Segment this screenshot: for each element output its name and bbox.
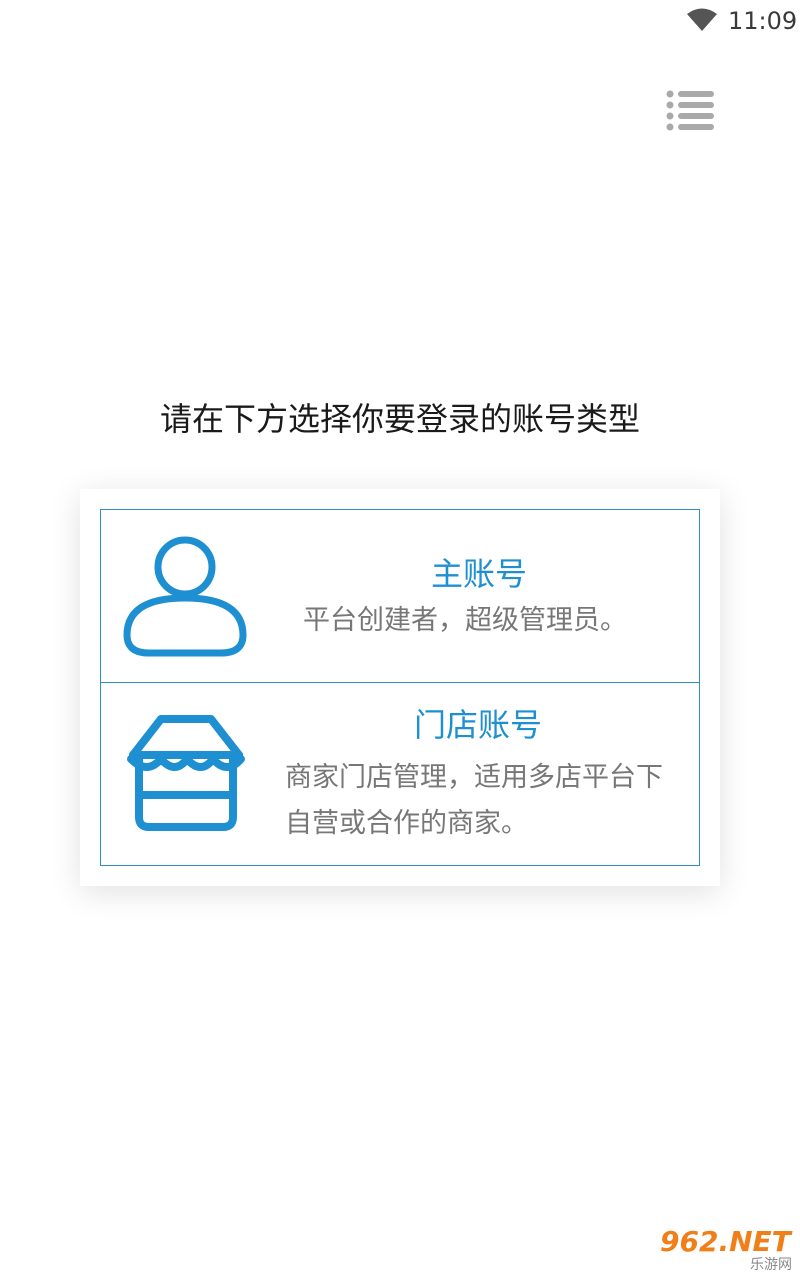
user-icon: [123, 536, 247, 657]
status-bar: 11:09: [0, 0, 800, 40]
main-account-option[interactable]: 主账号 平台创建者，超级管理员。: [101, 510, 699, 683]
store-account-option[interactable]: 门店账号 商家门店管理，适用多店平台下自营或合作的商家。: [101, 683, 699, 865]
store-icon: [127, 715, 245, 831]
watermark-subtitle: 乐游网: [750, 1257, 792, 1273]
status-time: 11:09: [728, 7, 798, 35]
account-type-card: 主账号 平台创建者，超级管理员。 门店账号 商家门店管理，适用多店平台下自营或合…: [80, 489, 720, 886]
login-type-prompt: 请在下方选择你要登录的账号类型: [159, 400, 640, 438]
account-options: 主账号 平台创建者，超级管理员。 门店账号 商家门店管理，适用多店平台下自营或合…: [100, 509, 700, 866]
main-account-description: 平台创建者，超级管理员。: [303, 605, 627, 636]
menu-button[interactable]: [664, 88, 716, 132]
watermark-brand: 962.NET: [660, 1225, 791, 1258]
store-account-title: 门店账号: [414, 706, 543, 744]
watermark-logo: 962.NET 乐游网: [660, 1226, 796, 1276]
store-account-description: 商家门店管理，适用多店平台下自营或合作的商家。: [285, 762, 663, 839]
main-account-title: 主账号: [431, 555, 528, 593]
wifi-icon: [687, 8, 717, 31]
list-menu-icon: [666, 90, 714, 131]
